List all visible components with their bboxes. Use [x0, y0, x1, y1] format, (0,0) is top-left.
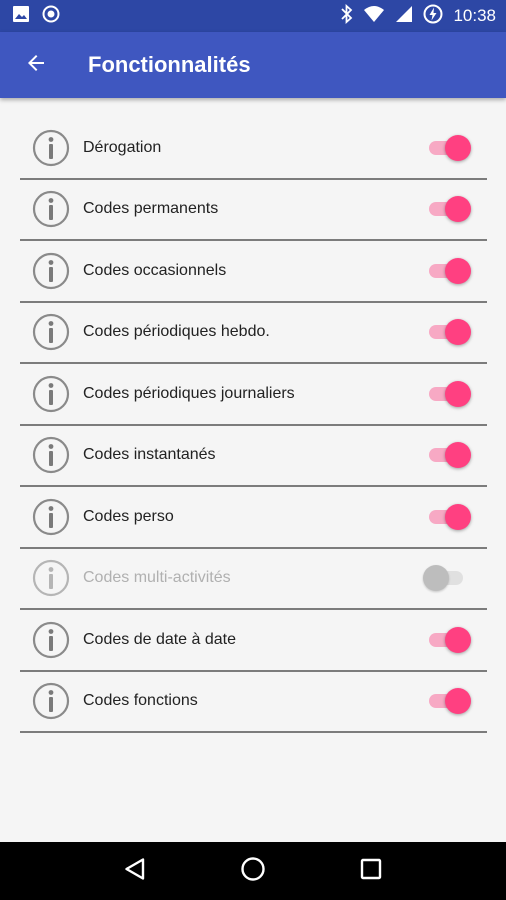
wifi-icon	[363, 5, 385, 28]
toggle-thumb	[445, 257, 471, 284]
toggle-thumb	[445, 626, 471, 653]
info-icon[interactable]	[32, 313, 70, 351]
info-icon[interactable]	[32, 190, 70, 228]
nav-recents-button[interactable]	[346, 846, 396, 896]
feature-toggle[interactable]	[423, 686, 471, 716]
info-icon[interactable]	[32, 436, 70, 474]
image-icon	[12, 5, 30, 28]
toggle-thumb	[445, 196, 471, 223]
feature-toggle[interactable]	[423, 317, 471, 347]
feature-label: Codes périodiques journaliers	[83, 384, 295, 402]
info-icon[interactable]	[32, 129, 70, 167]
info-icon[interactable]	[32, 252, 70, 290]
info-icon[interactable]	[32, 559, 70, 597]
feature-row[interactable]: Codes fonctions	[20, 672, 487, 733]
bluetooth-icon	[341, 3, 353, 29]
feature-label: Codes perso	[83, 507, 174, 525]
home-circle-icon	[240, 856, 266, 887]
toggle-thumb	[445, 688, 471, 715]
back-triangle-icon	[124, 857, 146, 886]
feature-toggle	[423, 563, 471, 593]
page-title: Fonctionnalités	[88, 52, 251, 77]
feature-label: Codes permanents	[83, 200, 219, 218]
toggle-thumb	[445, 503, 471, 530]
feature-toggle[interactable]	[423, 133, 471, 163]
feature-label: Dérogation	[83, 138, 162, 156]
app-bar: Fonctionnalités	[0, 32, 506, 98]
toggle-thumb	[423, 565, 449, 592]
navigation-bar	[0, 842, 506, 900]
feature-list: Dérogation Codes permanents Codes occasion…	[20, 118, 487, 733]
info-icon[interactable]	[32, 375, 70, 413]
feature-label: Codes périodiques hebdo.	[83, 323, 270, 341]
feature-row[interactable]: Codes périodiques journaliers	[20, 364, 487, 426]
feature-row[interactable]: Codes permanents	[20, 180, 487, 241]
feature-toggle[interactable]	[423, 625, 471, 655]
feature-toggle[interactable]	[423, 256, 471, 286]
feature-label: Codes fonctions	[83, 692, 198, 710]
feature-row[interactable]: Codes multi-activités	[20, 549, 487, 610]
back-button[interactable]	[8, 37, 64, 93]
feature-toggle[interactable]	[423, 379, 471, 409]
feature-row[interactable]: Codes perso	[20, 487, 487, 549]
signal-icon	[395, 5, 413, 28]
feature-label: Codes multi-activités	[83, 569, 231, 587]
status-time: 10:38	[453, 6, 496, 25]
status-left	[12, 5, 60, 28]
feature-row[interactable]: Codes occasionnels	[20, 241, 487, 303]
status-bar: 10:38	[0, 0, 506, 32]
record-icon	[42, 5, 60, 28]
toggle-thumb	[445, 380, 471, 407]
info-icon[interactable]	[32, 621, 70, 659]
recents-square-icon	[360, 858, 382, 885]
toggle-thumb	[445, 442, 471, 469]
feature-label: Codes occasionnels	[83, 261, 227, 279]
nav-back-button[interactable]	[110, 846, 160, 896]
nav-home-button[interactable]	[228, 846, 278, 896]
feature-row[interactable]: Codes périodiques hebdo.	[20, 303, 487, 364]
feature-label: Codes de date à date	[83, 630, 237, 648]
feature-row[interactable]: Dérogation	[20, 118, 487, 180]
toggle-thumb	[445, 319, 471, 346]
feature-toggle[interactable]	[423, 440, 471, 470]
feature-row[interactable]: Codes instantanés	[20, 426, 487, 487]
status-right: 10:38	[341, 3, 496, 29]
feature-label: Codes instantanés	[83, 446, 216, 464]
feature-toggle[interactable]	[423, 194, 471, 224]
info-icon[interactable]	[32, 498, 70, 536]
arrow-back-icon	[24, 51, 48, 80]
feature-row[interactable]: Codes de date à date	[20, 610, 487, 672]
info-icon[interactable]	[32, 682, 70, 720]
toggle-thumb	[445, 134, 471, 161]
battery-charging-icon	[423, 4, 443, 29]
feature-toggle[interactable]	[423, 502, 471, 532]
